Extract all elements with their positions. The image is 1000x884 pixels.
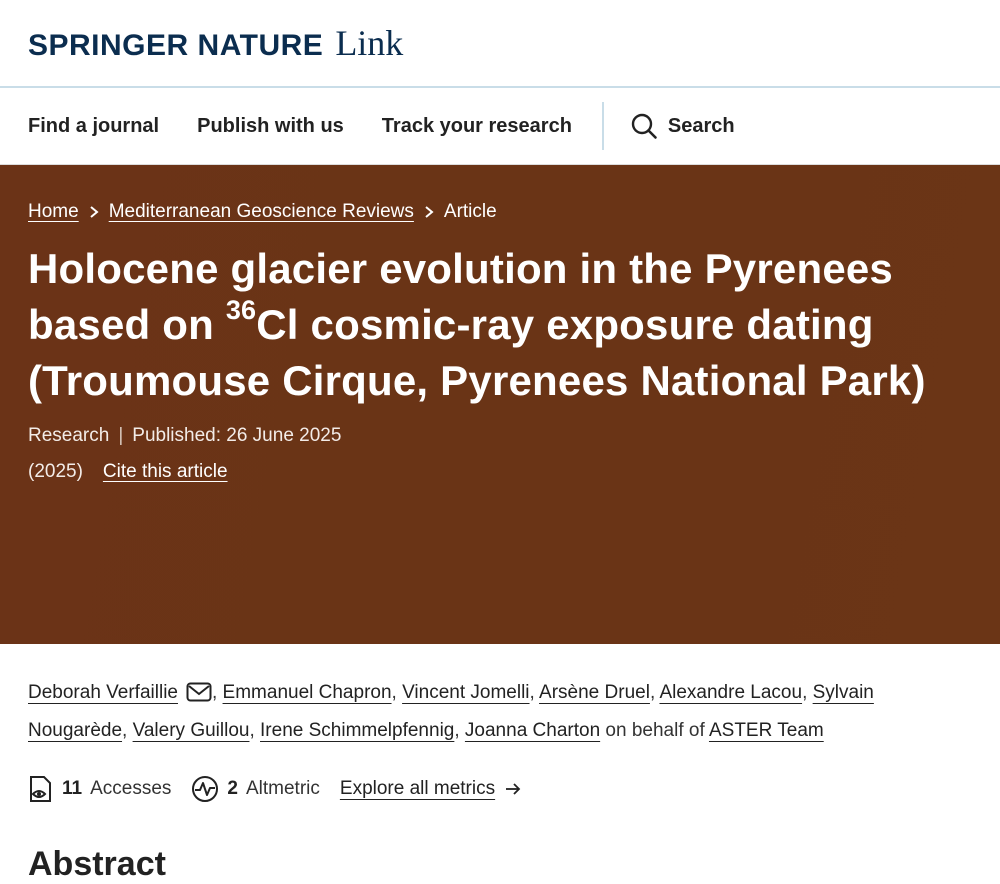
- altmetric-label: Altmetric: [245, 778, 320, 799]
- article-type: Research: [28, 425, 110, 446]
- title-superscript: 36: [225, 295, 257, 325]
- abstract-heading: Abstract: [28, 845, 166, 883]
- nav-divider: [601, 102, 604, 150]
- arrow-right-icon: [506, 783, 521, 795]
- article-hero: Home Mediterranean Geoscience Reviews Ar…: [0, 165, 1000, 644]
- altmetric-count: 2: [227, 778, 238, 799]
- altmetric-icon: [192, 776, 219, 802]
- author-list: Deborah Verfaillie, Emmanuel Chapron, Vi…: [28, 682, 874, 741]
- accesses-label: Accesses: [90, 778, 172, 799]
- chevron-right-icon: [89, 205, 99, 219]
- author-link[interactable]: Emmanuel Chapron: [223, 682, 392, 703]
- breadcrumb-home[interactable]: Home: [28, 201, 79, 223]
- author-link[interactable]: Irene Schimmelpfennig: [260, 720, 454, 741]
- article-meta-secondary: (2025) Cite this article: [28, 461, 972, 483]
- behalf-text: on behalf of: [605, 720, 705, 741]
- article-metrics: 11 Accesses 2 Altmetric Explore all metr…: [0, 750, 1000, 804]
- nav-publish-with-us[interactable]: Publish with us: [197, 115, 344, 138]
- title-line-1: Holocene glacier evolution in the Pyrene…: [28, 245, 893, 292]
- nav-track-research[interactable]: Track your research: [382, 115, 572, 138]
- logo-link-word: Link: [335, 23, 404, 63]
- author-link[interactable]: Deborah Verfaillie: [28, 682, 178, 703]
- main-nav: Find a journal Publish with us Track you…: [0, 88, 1000, 165]
- site-header: SPRINGER NATURE Link: [0, 0, 1000, 88]
- altmetric-metric: 2 Altmetric: [191, 775, 320, 803]
- meta-separator: |: [118, 425, 124, 446]
- author-link[interactable]: Valery Guillou: [133, 720, 250, 741]
- author-link[interactable]: Alexandre Lacou: [659, 682, 802, 703]
- search-icon: [631, 113, 657, 139]
- search-button[interactable]: Search: [630, 112, 735, 140]
- logo-brand: SPRINGER NATURE: [28, 29, 324, 62]
- article-year: (2025): [28, 461, 83, 482]
- author-group-link[interactable]: ASTER Team: [709, 720, 824, 741]
- breadcrumb-current: Article: [443, 201, 497, 222]
- chevron-right-icon: [424, 205, 434, 219]
- author-link[interactable]: Vincent Jomelli: [402, 682, 529, 703]
- author-link[interactable]: Arsène Druel: [539, 682, 650, 703]
- accesses-icon: [30, 776, 51, 802]
- search-label: Search: [667, 114, 735, 137]
- title-line-3: (Troumouse Cirque, Pyrenees National Par…: [28, 357, 926, 404]
- nav-find-journal[interactable]: Find a journal: [28, 115, 159, 138]
- cite-article-link[interactable]: Cite this article: [103, 461, 228, 483]
- article-title: Holocene glacier evolution in the Pyrene…: [28, 241, 973, 409]
- author-link[interactable]: Joanna Charton: [465, 720, 600, 741]
- published-date: Published: 26 June 2025: [132, 425, 342, 446]
- springer-nature-link-logo[interactable]: SPRINGER NATURE Link: [28, 22, 403, 64]
- title-line-2-after: Cl cosmic-ray exposure dating: [256, 301, 874, 348]
- title-line-2-before: based on: [28, 301, 226, 348]
- explore-metrics-label: Explore all metrics: [339, 778, 496, 799]
- breadcrumb: Home Mediterranean Geoscience Reviews Ar…: [28, 201, 972, 223]
- explore-metrics-link[interactable]: Explore all metrics: [340, 778, 521, 800]
- mail-icon[interactable]: [186, 682, 212, 702]
- accesses-count: 11: [62, 778, 83, 799]
- article-meta: Research | Published: 26 June 2025: [28, 425, 972, 447]
- breadcrumb-journal[interactable]: Mediterranean Geoscience Reviews: [109, 201, 414, 223]
- accesses-metric: 11 Accesses: [28, 774, 171, 804]
